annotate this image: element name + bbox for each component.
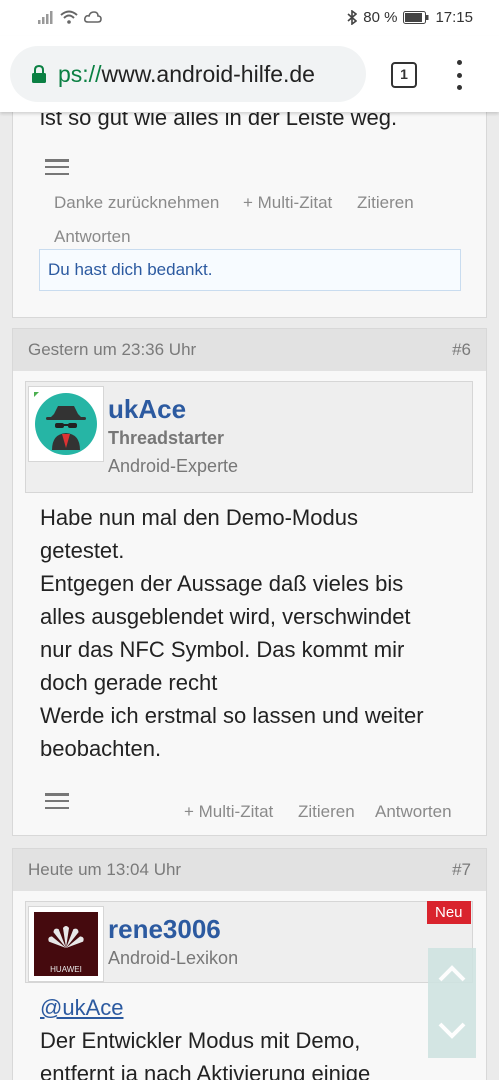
chevron-up-icon <box>438 965 466 982</box>
quote-button[interactable]: Zitieren <box>298 802 355 822</box>
menu-dot-icon <box>456 60 462 65</box>
message-line: getestet. <box>40 538 125 563</box>
tab-switcher-button[interactable]: 1 <box>391 62 417 88</box>
browser-toolbar: ps://www.android-hilfe.de 1 <box>0 36 499 112</box>
avatar-brand-text: HUAWEI <box>50 965 82 974</box>
lock-icon <box>32 65 46 83</box>
quote-button[interactable]: Zitieren <box>357 193 414 213</box>
address-bar[interactable]: ps://www.android-hilfe.de <box>10 46 366 102</box>
post-header: Gestern um 23:36 Uhr #6 <box>13 329 486 371</box>
battery-icon <box>403 11 429 24</box>
message-line: Werde ich erstmal so lassen und weiter <box>40 703 424 728</box>
reply-button[interactable]: Antworten <box>54 227 131 247</box>
multi-quote-button[interactable]: + Multi-Zitat <box>243 193 332 213</box>
message-line: nur das NFC Symbol. Das kommt mir <box>40 637 405 662</box>
post-message: @ukAce Der Entwickler Modus mit Demo, en… <box>40 991 480 1080</box>
signal-icon <box>38 11 53 24</box>
multi-quote-button[interactable]: + Multi-Zitat <box>184 802 273 822</box>
user-info-box: ukAce Threadstarter Android-Experte <box>25 381 473 493</box>
menu-dot-icon <box>456 85 462 90</box>
post-menu-icon[interactable] <box>45 159 69 175</box>
system-status-bar: 80 % 17:15 <box>0 0 499 36</box>
message-line: Entgegen der Aussage daß vieles bis <box>40 571 404 596</box>
wifi-icon <box>60 10 78 24</box>
post-timestamp[interactable]: Gestern um 23:36 Uhr <box>28 340 196 360</box>
username[interactable]: ukAce <box>108 394 186 425</box>
url-scheme: ps:// <box>58 60 102 87</box>
mention-link[interactable]: @ukAce <box>40 991 480 1024</box>
post-6: Gestern um 23:36 Uhr #6 ukAce Threadstar… <box>12 328 487 836</box>
message-line: entfernt ja nach Aktivierung einige <box>40 1061 371 1080</box>
message-line: Der Entwickler Modus mit Demo, <box>40 1028 361 1053</box>
post-header: Heute um 13:04 Uhr #7 <box>13 849 486 891</box>
user-rank: Android-Experte <box>108 456 239 476</box>
menu-dot-icon <box>456 72 462 78</box>
post-menu-icon[interactable] <box>45 793 69 809</box>
post-7: Heute um 13:04 Uhr #7 HUAWEI rene3006 An… <box>12 848 487 1080</box>
post-timestamp[interactable]: Heute um 13:04 Uhr <box>28 860 181 880</box>
url-host: www.android-hilfe.de <box>101 60 315 87</box>
chevron-down-icon <box>438 1022 466 1039</box>
url-text: ps://www.android-hilfe.de <box>58 61 315 88</box>
username[interactable]: rene3006 <box>108 914 221 945</box>
bluetooth-icon <box>347 10 358 25</box>
message-line: alles ausgeblendet wird, verschwindet <box>40 604 411 629</box>
user-role-threadstarter: Threadstarter <box>108 428 225 448</box>
unlike-button[interactable]: Danke zurücknehmen <box>54 193 219 213</box>
overflow-menu-button[interactable] <box>452 60 466 90</box>
avatar[interactable] <box>28 386 104 462</box>
page-content: ist so gut wie alles in der Leiste weg. … <box>0 112 499 1080</box>
user-info-box: HUAWEI rene3006 Android-Lexikon <box>25 901 473 983</box>
avatar-huawei-logo-icon: HUAWEI <box>34 912 98 976</box>
avatar[interactable]: HUAWEI <box>28 906 104 982</box>
message-line: Habe nun mal den Demo-Modus <box>40 505 358 530</box>
status-left-icons <box>38 10 102 24</box>
reply-button[interactable]: Antworten <box>375 802 452 822</box>
post-message: Habe nun mal den Demo-Modus getestet. En… <box>40 501 480 765</box>
user-rank: Android-Lexikon <box>108 948 239 968</box>
new-badge: Neu <box>427 901 471 924</box>
avatar-spy-icon <box>29 387 97 455</box>
status-right-icons: 80 % 17:15 <box>347 9 473 26</box>
clock: 17:15 <box>435 9 473 26</box>
cloud-sync-icon <box>84 11 102 23</box>
scroll-up-button[interactable] <box>428 948 476 1002</box>
post-5-partial-text: ist so gut wie alles in der Leiste weg. <box>40 112 398 130</box>
scroll-down-button[interactable] <box>428 1002 476 1058</box>
post-number[interactable]: #7 <box>452 860 471 880</box>
post-number[interactable]: #6 <box>452 340 471 360</box>
thanks-notice: Du hast dich bedankt. <box>39 249 461 291</box>
message-line: beobachten. <box>40 736 162 761</box>
message-line: doch gerade recht <box>40 670 218 695</box>
post-5: ist so gut wie alles in der Leiste weg. … <box>12 112 487 318</box>
battery-percent: 80 % <box>363 9 398 26</box>
